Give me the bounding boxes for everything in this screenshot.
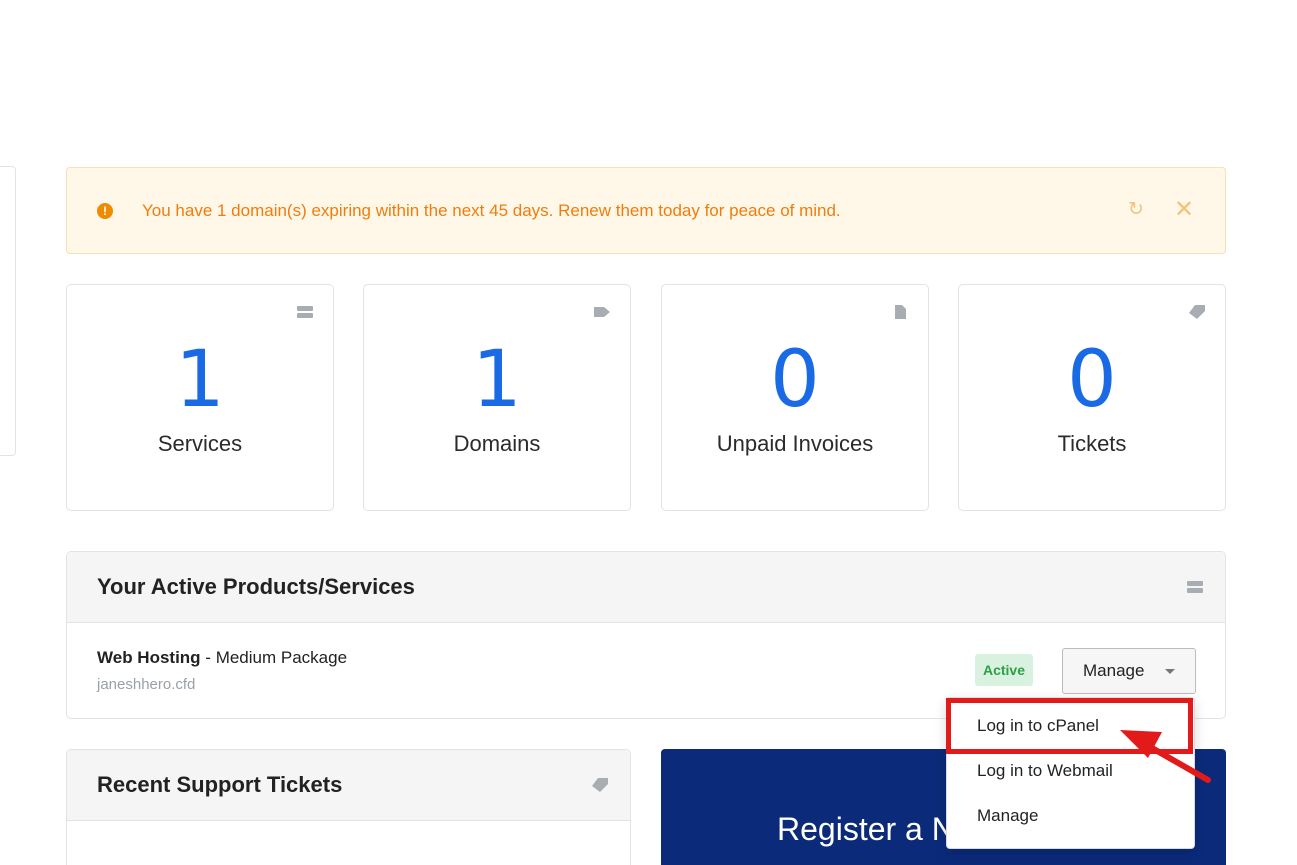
stat-value: 0 xyxy=(1067,335,1117,425)
product-group: Web Hosting xyxy=(97,648,201,667)
stat-value: 0 xyxy=(770,335,820,425)
close-icon[interactable]: ✕ xyxy=(1174,198,1194,222)
manage-button-label: Manage xyxy=(1083,661,1145,680)
stat-tile-domains[interactable]: 1 Domains xyxy=(363,284,631,511)
document-icon xyxy=(895,305,906,319)
panel-title: Your Active Products/Services xyxy=(97,574,415,599)
product-name[interactable]: Web Hosting - Medium Package xyxy=(97,648,347,668)
stat-label: Unpaid Invoices xyxy=(716,431,874,456)
refresh-icon[interactable]: ↻ xyxy=(1127,200,1145,220)
panel-header: Your Active Products/Services xyxy=(67,552,1225,623)
stat-tile-tickets[interactable]: 0 Tickets xyxy=(958,284,1226,511)
product-package: Medium Package xyxy=(215,648,348,667)
stat-label: Tickets xyxy=(1057,431,1127,456)
alert-message: You have 1 domain(s) expiring within the… xyxy=(142,201,841,220)
panel-title: Recent Support Tickets xyxy=(97,772,343,797)
menu-item-manage[interactable]: Manage xyxy=(977,806,1038,826)
recent-tickets-panel: Recent Support Tickets xyxy=(66,749,631,865)
active-products-panel: Your Active Products/Services Web Hostin… xyxy=(66,551,1226,719)
menu-item-login-webmail[interactable]: Log in to Webmail xyxy=(977,761,1113,781)
stat-tile-services[interactable]: 1 Services xyxy=(66,284,334,511)
ticket-icon xyxy=(1189,305,1205,319)
stat-tile-unpaid-invoices[interactable]: 0 Unpaid Invoices xyxy=(661,284,929,511)
stat-value: 1 xyxy=(175,335,225,425)
stat-label: Services xyxy=(157,431,243,456)
tag-icon xyxy=(594,307,610,317)
annotation-arrow-icon xyxy=(1120,730,1211,783)
ticket-icon xyxy=(592,778,608,792)
exclamation-circle-icon: ! xyxy=(97,203,113,219)
panel-header: Recent Support Tickets xyxy=(67,750,630,821)
stat-value: 1 xyxy=(472,335,522,425)
product-domain: janeshhero.cfd xyxy=(97,676,196,693)
sidebar-panel-edge xyxy=(0,166,16,456)
manage-dropdown-button[interactable]: Manage xyxy=(1062,648,1196,694)
stat-label: Domains xyxy=(453,431,541,456)
server-icon xyxy=(1187,581,1203,593)
status-badge: Active xyxy=(975,654,1033,686)
caret-down-icon xyxy=(1165,669,1175,674)
product-separator: - xyxy=(200,648,216,667)
server-icon xyxy=(297,306,313,318)
domain-expiry-alert: ! You have 1 domain(s) expiring within t… xyxy=(66,167,1226,254)
